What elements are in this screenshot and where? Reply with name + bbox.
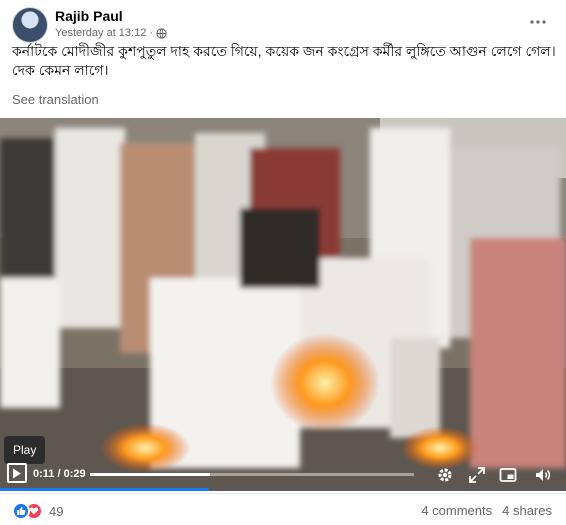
comments-count[interactable]: 4 comments [421,503,492,518]
video-controls: 0:11 / 0:29 [0,460,566,491]
more-options-icon[interactable] [528,12,548,32]
globe-icon [156,27,167,39]
post-caption: কর্নাটকে মোদীজীর কুশপুতুল দাহ করতে গিয়ে… [12,43,556,78]
pip-icon[interactable] [499,466,517,484]
play-icon[interactable] [7,463,27,483]
post-stats: 4 comments 4 shares [421,503,552,518]
duration: 0:29 [63,468,86,480]
see-translation-link[interactable]: See translation [12,92,99,107]
time-separator: / [54,468,64,480]
post-timestamp[interactable]: Yesterday at 13:12 [55,27,146,39]
fullscreen-icon[interactable] [468,466,486,484]
post-footer: 49 4 comments 4 shares [0,493,566,525]
volume-scrubber[interactable] [90,473,414,476]
facebook-post: Rajib Paul Yesterday at 13:12 · কর্নাটকে… [0,0,566,525]
author-name[interactable]: Rajib Paul [55,8,123,24]
volume-icon[interactable] [534,466,552,484]
settings-icon[interactable] [436,466,454,484]
video-progress-bar[interactable] [0,488,566,491]
avatar[interactable] [12,7,48,43]
like-icon [12,502,30,520]
video-player[interactable]: Play 0:11 / 0:29 [0,118,566,491]
video-time: 0:11 / 0:29 [33,468,86,480]
current-time: 0:11 [33,468,55,480]
reactions[interactable]: 49 [12,502,63,520]
shares-count[interactable]: 4 shares [502,503,552,518]
video-frame [0,118,566,491]
post-header: Rajib Paul Yesterday at 13:12 · [0,0,566,43]
video-progress-fill [0,488,210,491]
scrubber-fill [90,473,210,476]
post-meta: Yesterday at 13:12 · [55,27,167,39]
reaction-count: 49 [49,503,64,519]
